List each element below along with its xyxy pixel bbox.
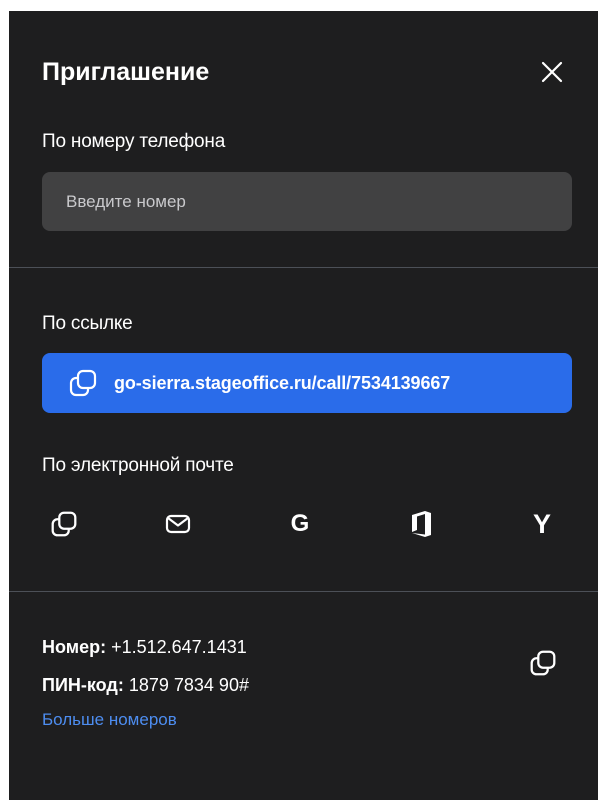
pin-label: ПИН-код: (42, 675, 124, 695)
yandex-mail-button[interactable]: Y (520, 502, 564, 546)
invite-link-url: go-sierra.stageoffice.ru/call/7534139667 (114, 372, 451, 393)
copy-icon (69, 369, 97, 397)
email-options: G Y (42, 502, 572, 546)
copy-icon (51, 511, 77, 537)
phone-section-label: По номеру телефона (42, 131, 226, 152)
default-mail-button[interactable] (156, 502, 200, 546)
outlook-button[interactable] (400, 502, 444, 546)
more-numbers-link[interactable]: Больше номеров (42, 709, 177, 731)
link-section-label: По ссылке (42, 313, 133, 334)
divider (9, 591, 598, 592)
office-icon (412, 511, 431, 537)
close-icon (541, 61, 563, 83)
google-icon: G (290, 510, 310, 537)
number-value: +1.512.647.1431 (111, 637, 247, 657)
dial-in-number: Номер: +1.512.647.1431 (42, 636, 247, 658)
copy-icon (530, 650, 556, 676)
dialog-title: Приглашение (42, 58, 210, 86)
dial-in-pin: ПИН-код: 1879 7834 90# (42, 674, 249, 696)
close-button[interactable] (535, 55, 569, 89)
copy-dial-in-button[interactable] (523, 643, 563, 683)
divider (9, 267, 598, 268)
mail-icon (165, 514, 191, 534)
email-section-label: По электронной почте (42, 455, 234, 476)
invite-dialog: Приглашение По номеру телефона По ссылке… (9, 11, 598, 800)
pin-value: 1879 7834 90# (128, 675, 249, 695)
phone-number-input[interactable] (42, 172, 572, 231)
number-label: Номер: (42, 637, 107, 657)
copy-invite-text-button[interactable] (42, 502, 86, 546)
copy-link-button[interactable]: go-sierra.stageoffice.ru/call/7534139667 (42, 353, 572, 413)
yandex-icon: Y (532, 508, 551, 539)
gmail-button[interactable]: G (278, 502, 322, 546)
